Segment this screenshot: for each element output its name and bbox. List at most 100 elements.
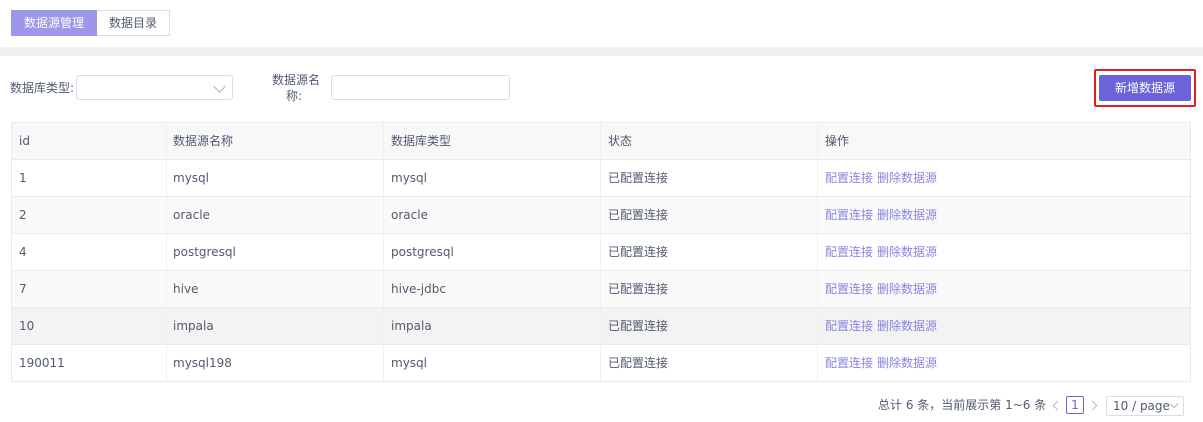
tab-bar: 数据源管理 数据目录 — [11, 10, 171, 36]
chevron-down-icon — [213, 80, 226, 93]
datasource-table: id 数据源名称 数据库类型 状态 操作 1 mysql mysql 已配置连接… — [11, 122, 1191, 382]
column-divider — [166, 345, 167, 381]
delete-datasource-link[interactable]: 删除数据源 — [877, 208, 937, 222]
configure-connection-link[interactable]: 配置连接 — [825, 245, 873, 259]
column-divider — [166, 308, 167, 344]
datasource-name-input[interactable] — [331, 75, 510, 100]
cell-status: 已配置连接 — [608, 171, 669, 185]
cell-status: 已配置连接 — [608, 245, 669, 259]
column-divider — [817, 271, 818, 307]
cell-type: impala — [391, 319, 432, 333]
cell-type: hive-jdbc — [391, 282, 446, 296]
configure-connection-link[interactable]: 配置连接 — [825, 319, 873, 333]
cell-name: impala — [173, 319, 214, 333]
datasource-name-label: 数据源名 称: — [272, 72, 320, 104]
page-size-value: 10 / page — [1113, 399, 1170, 413]
cell-status: 已配置连接 — [608, 282, 669, 296]
cell-id: 4 — [19, 245, 27, 259]
column-divider — [383, 345, 384, 381]
cell-type: postgresql — [391, 245, 454, 259]
column-divider — [600, 345, 601, 381]
delete-datasource-link[interactable]: 删除数据源 — [877, 245, 937, 259]
column-divider — [817, 345, 818, 381]
cell-id: 2 — [19, 208, 27, 222]
table-row: 190011 mysql198 mysql 已配置连接 配置连接 删除数据源 — [12, 345, 1190, 382]
configure-connection-link[interactable]: 配置连接 — [825, 208, 873, 222]
tab-datasource-management[interactable]: 数据源管理 — [11, 10, 98, 36]
column-divider — [600, 308, 601, 344]
configure-connection-link[interactable]: 配置连接 — [825, 356, 873, 370]
column-divider — [817, 123, 818, 159]
db-type-label: 数据库类型: — [10, 81, 75, 95]
add-datasource-button[interactable]: 新增数据源 — [1099, 75, 1191, 101]
column-divider — [166, 234, 167, 270]
page-size-select[interactable]: 10 / page — [1106, 396, 1184, 416]
column-divider — [383, 271, 384, 307]
table-row: 7 hive hive-jdbc 已配置连接 配置连接 删除数据源 — [12, 271, 1190, 308]
delete-datasource-link[interactable]: 删除数据源 — [877, 356, 937, 370]
column-header-actions: 操作 — [825, 134, 850, 148]
cell-status: 已配置连接 — [608, 319, 669, 333]
column-divider — [383, 308, 384, 344]
tab-data-catalog[interactable]: 数据目录 — [97, 10, 171, 36]
column-divider — [817, 197, 818, 233]
table-row: 10 impala impala 已配置连接 配置连接 删除数据源 — [12, 308, 1190, 345]
table-header-row: id 数据源名称 数据库类型 状态 操作 — [12, 123, 1190, 160]
cell-actions: 配置连接 删除数据源 — [825, 234, 1185, 270]
cell-actions: 配置连接 删除数据源 — [825, 271, 1185, 307]
delete-datasource-link[interactable]: 删除数据源 — [877, 171, 937, 185]
column-divider — [166, 271, 167, 307]
cell-name: mysql — [173, 171, 209, 185]
column-divider — [166, 160, 167, 196]
column-divider — [817, 234, 818, 270]
cell-id: 1 — [19, 171, 27, 185]
column-header-type: 数据库类型 — [391, 134, 452, 148]
datasource-name-label-line1: 数据源名 — [272, 73, 321, 87]
column-divider — [600, 160, 601, 196]
configure-connection-link[interactable]: 配置连接 — [825, 171, 873, 185]
configure-connection-link[interactable]: 配置连接 — [825, 282, 873, 296]
cell-actions: 配置连接 删除数据源 — [825, 160, 1185, 196]
column-divider — [600, 123, 601, 159]
datasource-name-label-line2: 称: — [286, 89, 303, 103]
column-header-name: 数据源名称 — [173, 134, 234, 148]
add-button-highlight: 新增数据源 — [1094, 69, 1196, 107]
chevron-down-icon — [1169, 399, 1179, 409]
chevron-right-icon[interactable] — [1088, 398, 1100, 412]
column-divider — [166, 197, 167, 233]
column-divider — [383, 123, 384, 159]
cell-actions: 配置连接 删除数据源 — [825, 345, 1185, 381]
pagination-summary: 总计 6 条，当前展示第 1~6 条 — [878, 398, 1047, 412]
cell-id: 10 — [19, 319, 35, 333]
column-divider — [383, 160, 384, 196]
delete-datasource-link[interactable]: 删除数据源 — [877, 282, 937, 296]
table-row: 2 oracle oracle 已配置连接 配置连接 删除数据源 — [12, 197, 1190, 234]
page-number-current[interactable]: 1 — [1066, 396, 1084, 414]
cell-actions: 配置连接 删除数据源 — [825, 197, 1185, 233]
delete-datasource-link[interactable]: 删除数据源 — [877, 319, 937, 333]
chevron-left-icon[interactable] — [1050, 398, 1062, 412]
cell-id: 7 — [19, 282, 27, 296]
column-divider — [383, 197, 384, 233]
cell-status: 已配置连接 — [608, 356, 669, 370]
db-type-select[interactable] — [76, 75, 233, 100]
table-row: 4 postgresql postgresql 已配置连接 配置连接 删除数据源 — [12, 234, 1190, 271]
cell-actions: 配置连接 删除数据源 — [825, 308, 1185, 344]
cell-status: 已配置连接 — [608, 208, 669, 222]
cell-name: postgresql — [173, 245, 236, 259]
cell-type: mysql — [391, 171, 427, 185]
cell-name: hive — [173, 282, 199, 296]
column-divider — [600, 271, 601, 307]
column-header-id: id — [19, 134, 30, 148]
section-divider — [0, 47, 1203, 56]
cell-name: mysql198 — [173, 356, 232, 370]
column-divider — [383, 234, 384, 270]
cell-name: oracle — [173, 208, 210, 222]
table-row: 1 mysql mysql 已配置连接 配置连接 删除数据源 — [12, 160, 1190, 197]
column-divider — [166, 123, 167, 159]
cell-id: 190011 — [19, 356, 65, 370]
cell-type: oracle — [391, 208, 428, 222]
column-header-status: 状态 — [608, 134, 633, 148]
column-divider — [600, 197, 601, 233]
cell-type: mysql — [391, 356, 427, 370]
